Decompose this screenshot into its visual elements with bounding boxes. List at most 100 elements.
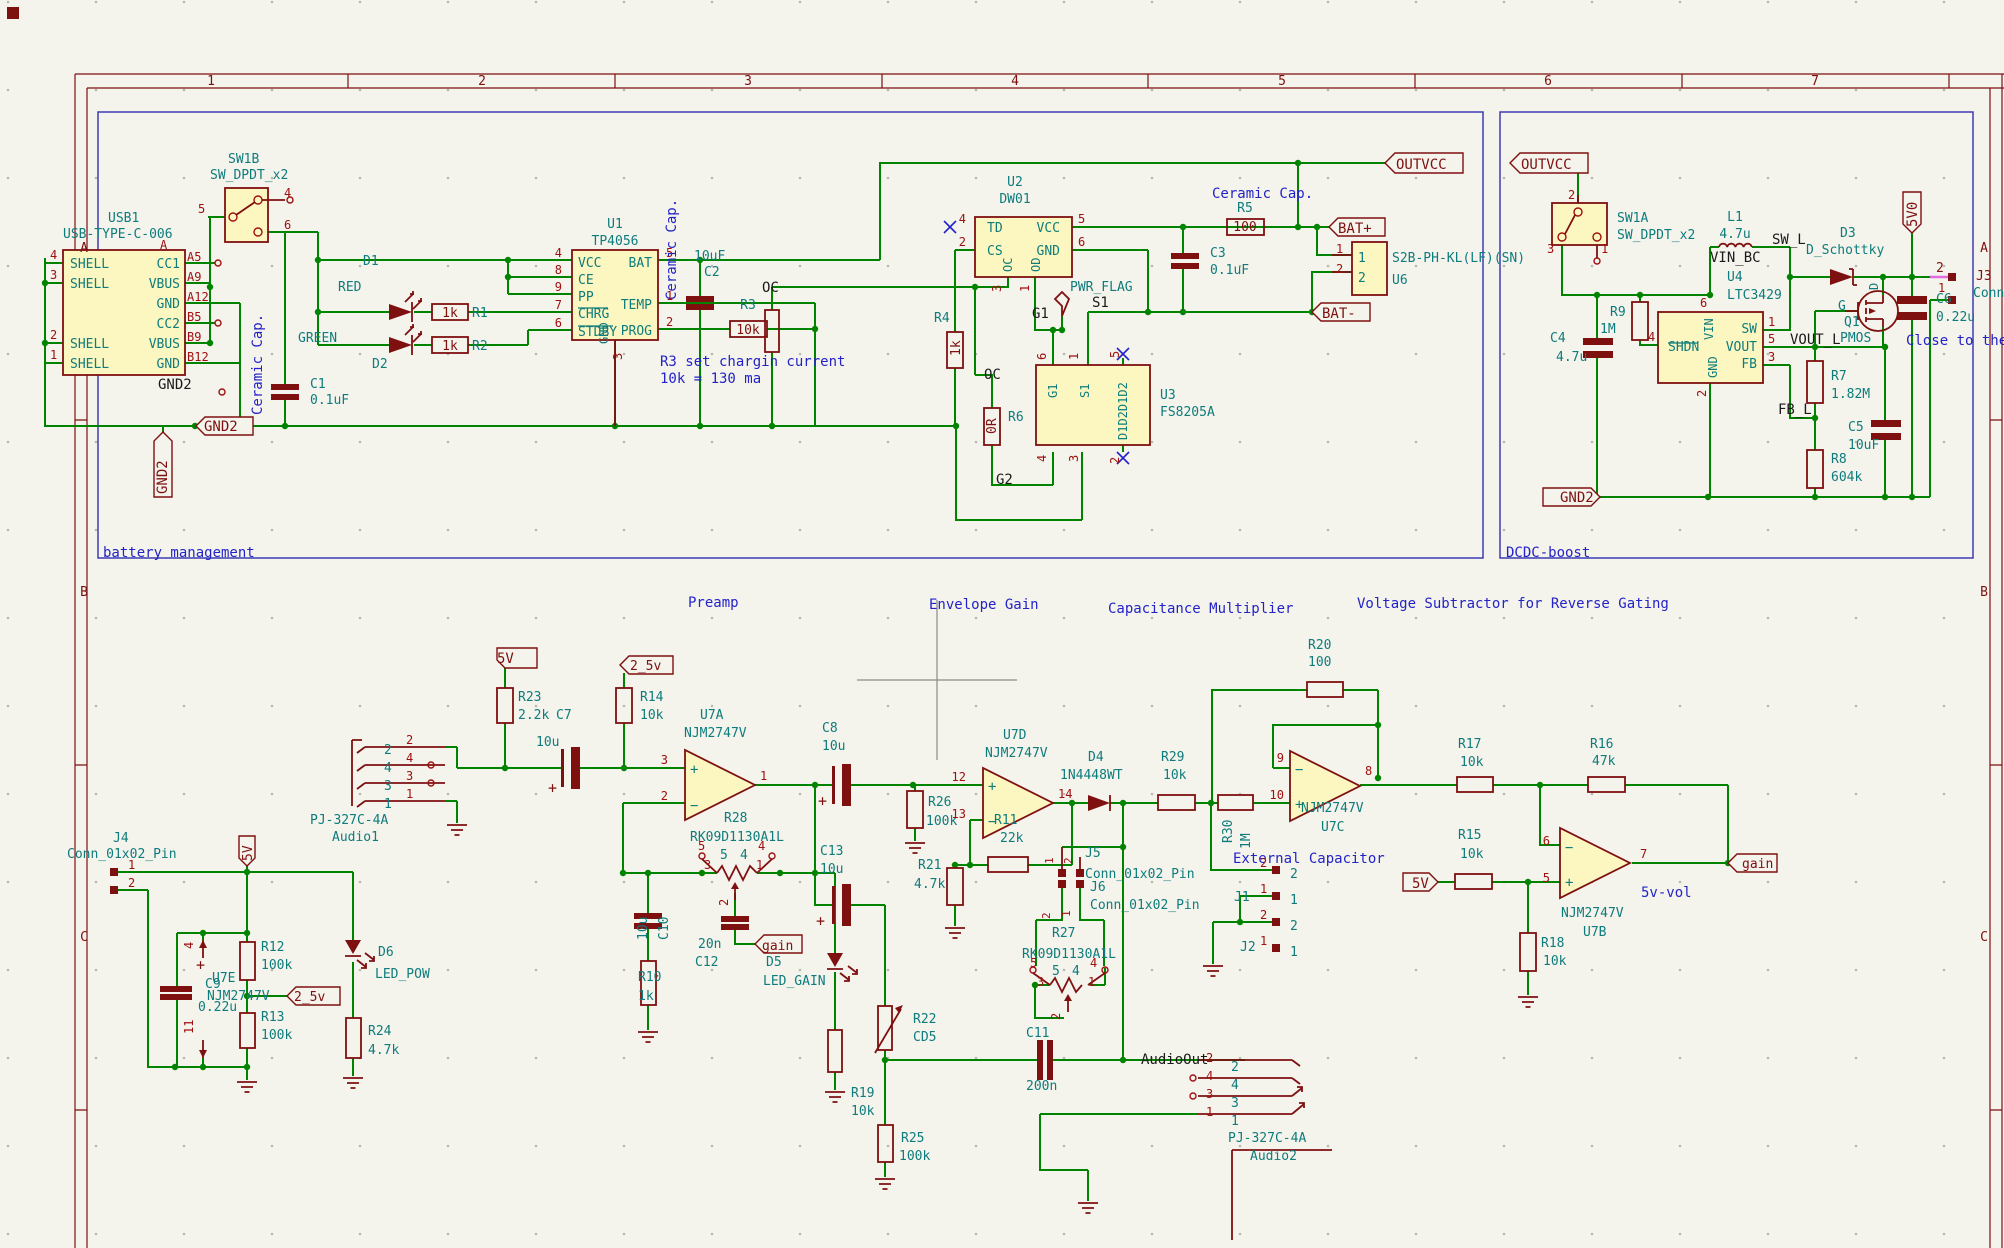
u4-fb: FB [1741, 357, 1757, 372]
d5-val: LED_GAIN [763, 974, 826, 989]
c2-ref: C2 [704, 265, 720, 280]
d4-ref: D4 [1088, 750, 1104, 765]
note-5vvol: 5v-vol [1641, 885, 1692, 901]
r10-val: 1k [638, 989, 654, 1004]
r13-val: 100k [261, 1028, 292, 1043]
frame-row-a-right: A [1980, 241, 1988, 256]
c9-plus: + [196, 956, 205, 974]
r8-val: 604k [1831, 470, 1862, 485]
jack1-r3: 3 [406, 769, 413, 783]
frame-row-b-right: B [1980, 585, 1988, 600]
r28-n1: 1 [756, 858, 763, 872]
c13-plus: + [816, 912, 825, 930]
u4-vin: VIN [1702, 318, 1716, 340]
usb1-vbus1: VBUS [149, 277, 180, 292]
frame-row-b-left: B [80, 585, 88, 600]
j1-n2: 2 [1260, 856, 1267, 870]
c7-plus: + [548, 779, 557, 797]
pwr-5v0: 5V0 [1905, 202, 1921, 227]
c11-val: 200n [1026, 1079, 1057, 1094]
r3-val: 10k [736, 323, 760, 338]
d1-red: RED [338, 280, 362, 295]
frame-col-5: 5 [1278, 74, 1286, 89]
r6-ref: R6 [1008, 410, 1024, 425]
u2-ref: U2 [1007, 175, 1023, 190]
j3-n2: 2 [1936, 261, 1944, 276]
u7a-minus: − [690, 798, 698, 814]
sw1a-n1: 1 [1601, 242, 1608, 256]
pwrflag-lbl: PWR_FLAG [1070, 280, 1133, 295]
u2-n3: 3 [990, 285, 1004, 292]
net-vinbc: VIN_BC [1710, 250, 1761, 266]
u7d-val: NJM2747V [985, 746, 1048, 761]
d4-val: 1N4448WT [1060, 768, 1123, 783]
jack1-t4: 4 [384, 761, 392, 776]
u4-n1: 1 [1768, 315, 1775, 329]
u3-n3: 3 [1067, 455, 1081, 462]
u3-g1: G1 [1046, 384, 1060, 398]
r28-n4o: 4 [758, 839, 765, 853]
r16-ref: R16 [1590, 737, 1613, 752]
sw1a-n3: 3 [1547, 242, 1554, 256]
r17-val: 10k [1460, 755, 1484, 770]
u7b-plus: + [1565, 875, 1573, 891]
usb1-a9: A9 [187, 270, 201, 284]
jack1-r1: 1 [406, 787, 413, 801]
usb1-vbus2: VBUS [149, 337, 180, 352]
u3-val: FS8205A [1160, 405, 1215, 420]
u3-fs8205a[interactable] [1036, 365, 1150, 445]
r7-val: 1.82M [1831, 387, 1870, 402]
c12-val: 20n [698, 937, 721, 952]
u7b-n6: 6 [1543, 834, 1550, 848]
net-voutl: VOUT_L [1790, 332, 1841, 348]
u7e-val: NJM2747V [207, 989, 270, 1004]
frame-row-c-left: C [80, 930, 88, 945]
c8-ref: C8 [822, 721, 838, 736]
note-ceramic-3: Ceramic Cap. [1212, 186, 1313, 202]
j1-ref: J1 [1234, 890, 1250, 905]
r28-n3: 3 [704, 858, 711, 872]
u4-val: LTC3429 [1727, 288, 1782, 303]
usb1-shell-4: SHELL [70, 357, 109, 372]
u7d-n14: 14 [1058, 787, 1072, 801]
j1-t2: 2 [1290, 867, 1298, 882]
schematic-canvas[interactable]: 1234567ABCABCbattery managementDCDC-boos… [0, 0, 2004, 1248]
r5-ref: R5 [1237, 201, 1253, 216]
q1-d: D [1867, 283, 1881, 290]
r13-ref: R13 [261, 1010, 284, 1025]
jack1-val: PJ-327C-4A [310, 813, 388, 828]
usb1-num-4: 4 [50, 248, 57, 262]
frame-row-c-right: C [1980, 930, 1988, 945]
usb1-gnd2: GND [157, 357, 181, 372]
u4-n3: 3 [1768, 350, 1775, 364]
j5-n1: 1 [1043, 857, 1056, 864]
r23-val: 2.2k [518, 708, 549, 723]
q1-g: G [1838, 299, 1846, 314]
sw1b-val: SW_DPDT_x2 [210, 168, 288, 183]
net-oc-2: OC [984, 367, 1001, 383]
tag-2-5v-u7e: 2_5v [294, 990, 325, 1005]
u7d-plus: + [988, 779, 996, 795]
frame-col-7: 7 [1811, 74, 1819, 89]
r8-ref: R8 [1831, 452, 1847, 467]
net-gnd2-usb: GND2 [158, 377, 192, 393]
usb1-b12: B12 [187, 350, 209, 364]
c8-plus: + [818, 792, 827, 810]
r2-ref: R2 [472, 339, 488, 354]
r28-n5o: 5 [698, 839, 705, 853]
r12-val: 100k [261, 958, 292, 973]
usb1-gnd1: GND [157, 297, 181, 312]
u1-n2: 2 [666, 315, 673, 329]
gain-tag-2: gain [1742, 857, 1773, 872]
r25-val: 100k [899, 1149, 930, 1164]
jack2-r2: 2 [1206, 1051, 1213, 1065]
r15-val: 10k [1460, 847, 1484, 862]
u7d-n13: 13 [952, 807, 966, 821]
r5-val: 100 [1233, 220, 1256, 235]
u3-n2: 2 [1108, 457, 1122, 464]
r24-val: 4.7k [368, 1043, 399, 1058]
u1-prog: PROG [621, 324, 652, 339]
u1-temp: TEMP [621, 298, 652, 313]
r21-val: 4.7k [914, 877, 945, 892]
r27-ref: R27 [1052, 926, 1075, 941]
